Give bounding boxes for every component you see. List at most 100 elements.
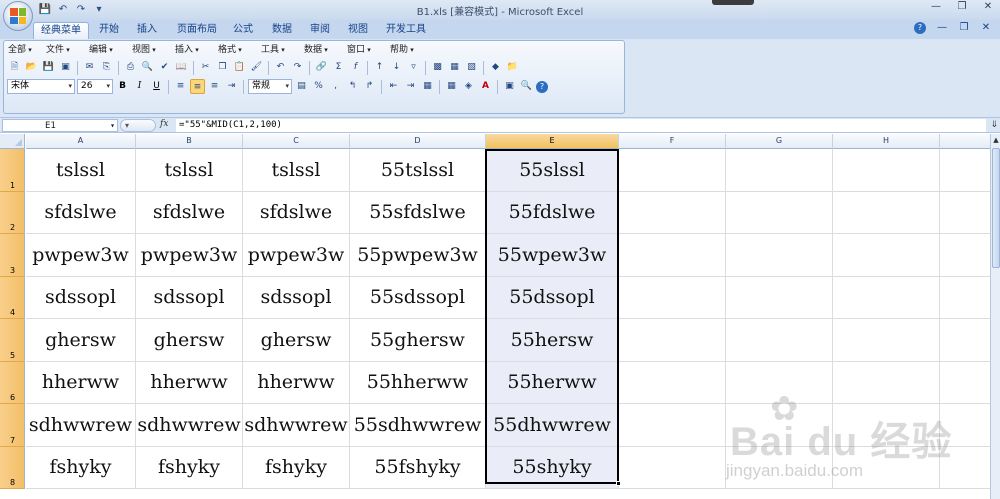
cell-g2[interactable] <box>726 191 833 234</box>
cell-a6[interactable]: hherww <box>26 361 136 404</box>
cell-a4[interactable]: sdssopl <box>26 276 136 319</box>
font-size-select[interactable]: 26 <box>77 79 113 94</box>
cell-h1[interactable] <box>833 149 940 192</box>
tab-view[interactable]: 视图 <box>342 22 374 39</box>
spelling-icon[interactable]: ✔ <box>157 60 172 75</box>
decrease-indent-icon[interactable]: ⇤ <box>386 79 401 94</box>
row-header-5[interactable]: 5 <box>0 319 25 362</box>
percent-button[interactable]: % <box>311 79 326 94</box>
sort-descending-icon[interactable]: ↓ <box>389 60 404 75</box>
cell-b5[interactable]: ghersw <box>136 319 243 362</box>
cell-e6[interactable]: 55herww <box>486 361 619 404</box>
column-header-c[interactable]: C <box>243 134 350 149</box>
cell-style-icon[interactable]: ▦ <box>420 79 435 94</box>
cell-b6[interactable]: hherww <box>136 361 243 404</box>
hyperlink-icon[interactable]: 🔗 <box>314 60 329 75</box>
tab-developer[interactable]: 开发工具 <box>382 22 430 39</box>
research-icon[interactable]: 📖 <box>174 60 189 75</box>
tab-data[interactable]: 数据 <box>266 22 298 39</box>
new-icon[interactable]: 🗎 <box>7 60 22 75</box>
align-right-icon[interactable]: ≡ <box>207 79 222 94</box>
cell-d2[interactable]: 55sfdslwe <box>350 191 486 234</box>
image-icon[interactable]: ▣ <box>502 79 517 94</box>
minimize-icon[interactable]: — <box>930 1 942 13</box>
font-name-select[interactable]: 宋体 <box>7 79 75 94</box>
cell-b8[interactable]: fshyky <box>136 446 243 489</box>
menu-all[interactable]: 全部 <box>8 43 46 57</box>
tab-review[interactable]: 审阅 <box>304 22 336 39</box>
cell-h4[interactable] <box>833 276 940 319</box>
borders-icon[interactable]: ▦ <box>444 79 459 94</box>
undo-icon[interactable]: ↶ <box>273 60 288 75</box>
column-header-g[interactable]: G <box>726 134 833 149</box>
cell-a5[interactable]: ghersw <box>26 319 136 362</box>
cell-a3[interactable]: pwpew3w <box>26 234 136 277</box>
scroll-thumb[interactable] <box>992 148 1000 268</box>
row-header-1[interactable]: 1 <box>0 149 25 192</box>
menu-tools[interactable]: 工具 <box>261 43 304 57</box>
align-center-icon[interactable]: ≡ <box>190 79 205 94</box>
cell-b7[interactable]: sdhwwrew <box>136 404 243 447</box>
folder-icon[interactable]: 📁 <box>505 60 520 75</box>
menu-window[interactable]: 窗口 <box>347 43 390 57</box>
menu-insert[interactable]: 插入 <box>175 43 218 57</box>
cell-d3[interactable]: 55pwpew3w <box>350 234 486 277</box>
name-box[interactable]: E1 <box>2 119 118 132</box>
save-icon[interactable]: 💾 <box>41 60 56 75</box>
print-preview-icon[interactable]: 🔍 <box>140 60 155 75</box>
cell-h8[interactable] <box>833 446 940 489</box>
shapes-icon[interactable]: ◆ <box>488 60 503 75</box>
cell-g5[interactable] <box>726 319 833 362</box>
cell-c4[interactable]: sdssopl <box>243 276 350 319</box>
email-icon[interactable]: ✉ <box>82 60 97 75</box>
cell-i6[interactable] <box>940 362 990 404</box>
sort-ascending-icon[interactable]: ↑ <box>372 60 387 75</box>
italic-button[interactable]: I <box>132 79 147 94</box>
number-format-select[interactable]: 常规 <box>248 79 292 94</box>
cell-d1[interactable]: 55tslssl <box>350 149 486 192</box>
cell-c5[interactable]: ghersw <box>243 319 350 362</box>
cell-e5[interactable]: 55hersw <box>486 319 619 362</box>
cell-f4[interactable] <box>619 276 726 319</box>
cell-c3[interactable]: pwpew3w <box>243 234 350 277</box>
tab-home[interactable]: 开始 <box>92 22 126 39</box>
cell-a7[interactable]: sdhwwrew <box>26 404 136 447</box>
tab-formulas[interactable]: 公式 <box>228 22 258 39</box>
chart-icon[interactable]: ▩ <box>430 60 445 75</box>
help-icon[interactable]: ? <box>536 80 548 93</box>
cell-f6[interactable] <box>619 361 726 404</box>
formula-controls[interactable]: ▾ <box>120 119 156 132</box>
formula-input[interactable]: ="55"&MID(C1,2,100) <box>176 119 986 132</box>
close-icon[interactable]: ✕ <box>980 22 992 34</box>
cell-d6[interactable]: 55hherww <box>350 361 486 404</box>
cell-g4[interactable] <box>726 276 833 319</box>
cell-e8[interactable]: 55shyky <box>486 446 619 489</box>
currency-icon[interactable]: ▤ <box>294 79 309 94</box>
permission-icon[interactable]: ▣ <box>58 60 73 75</box>
column-header-a[interactable]: A <box>26 134 136 149</box>
column-header-f[interactable]: F <box>619 134 726 149</box>
cell-i8[interactable] <box>940 447 990 489</box>
filter-icon[interactable]: ▿ <box>406 60 421 75</box>
select-all-corner[interactable] <box>0 134 25 149</box>
cell-a2[interactable]: sfdslwe <box>26 191 136 234</box>
cut-icon[interactable]: ✂ <box>198 60 213 75</box>
tab-insert[interactable]: 插入 <box>130 22 164 39</box>
cell-h7[interactable] <box>833 404 940 447</box>
cell-e7[interactable]: 55dhwwrew <box>486 404 619 447</box>
cell-b2[interactable]: sfdslwe <box>136 191 243 234</box>
menu-help[interactable]: 帮助 <box>390 43 433 57</box>
help-icon[interactable]: ? <box>914 22 926 34</box>
cell-f3[interactable] <box>619 234 726 277</box>
paste-icon[interactable]: 📋 <box>232 60 247 75</box>
cell-h5[interactable] <box>833 319 940 362</box>
cell-c7[interactable]: sdhwwrew <box>243 404 350 447</box>
increase-decimal-icon[interactable]: ↰ <box>345 79 360 94</box>
cell-f8[interactable] <box>619 446 726 489</box>
restore-icon[interactable]: ❐ <box>956 1 968 13</box>
menu-format[interactable]: 格式 <box>218 43 261 57</box>
expand-formula-icon[interactable]: ⇓ <box>990 119 998 132</box>
close-icon[interactable]: ✕ <box>982 1 994 13</box>
cell-d4[interactable]: 55sdssopl <box>350 276 486 319</box>
cell-f7[interactable] <box>619 404 726 447</box>
